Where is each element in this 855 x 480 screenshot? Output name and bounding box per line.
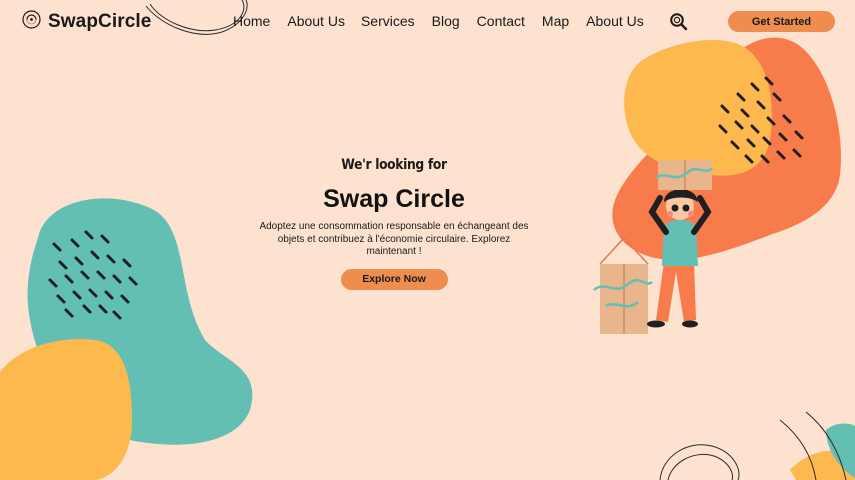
site-header: SwapCircle Home About Us Services Blog C… — [0, 0, 855, 44]
search-icon[interactable] — [669, 12, 688, 31]
scribble-bottom-decoration — [659, 444, 740, 480]
brand-name: SwapCircle — [48, 11, 152, 32]
orange-blob — [612, 37, 841, 260]
hero-subtitle: Adoptez une consommation responsable en … — [259, 221, 529, 257]
hero-section: We'r looking for Swap Circle Adoptez une… — [255, 155, 533, 290]
main-nav: Home About Us Services Blog Contact Map … — [233, 13, 644, 29]
nav-item-contact[interactable]: Contact — [477, 13, 525, 29]
hero-eyebrow: We'r looking for — [341, 157, 447, 173]
yellow-blob-left — [0, 339, 132, 480]
explore-now-button[interactable]: Explore Now — [340, 268, 448, 290]
recycle-circle-icon — [22, 10, 41, 34]
leaves-decoration — [779, 411, 855, 480]
nav-item-about-us[interactable]: About Us — [287, 13, 345, 29]
teal-blob — [27, 198, 253, 445]
brand[interactable]: SwapCircle — [22, 10, 151, 34]
hero-title: Swap Circle — [323, 185, 465, 213]
child-illustration — [593, 160, 713, 334]
teal-blob-marks — [48, 230, 138, 320]
yellow-blob-marks — [718, 76, 804, 164]
nav-item-map[interactable]: Map — [542, 13, 569, 29]
yellow-blob-right — [624, 40, 772, 176]
floor-box — [593, 236, 653, 334]
page: SwapCircle Home About Us Services Blog C… — [0, 0, 855, 480]
get-started-button[interactable]: Get Started — [728, 11, 835, 32]
nav-item-home[interactable]: Home — [233, 13, 270, 29]
nav-item-about-us-2[interactable]: About Us — [586, 13, 644, 29]
nav-item-blog[interactable]: Blog — [432, 13, 460, 29]
nav-item-services[interactable]: Services — [361, 13, 415, 29]
